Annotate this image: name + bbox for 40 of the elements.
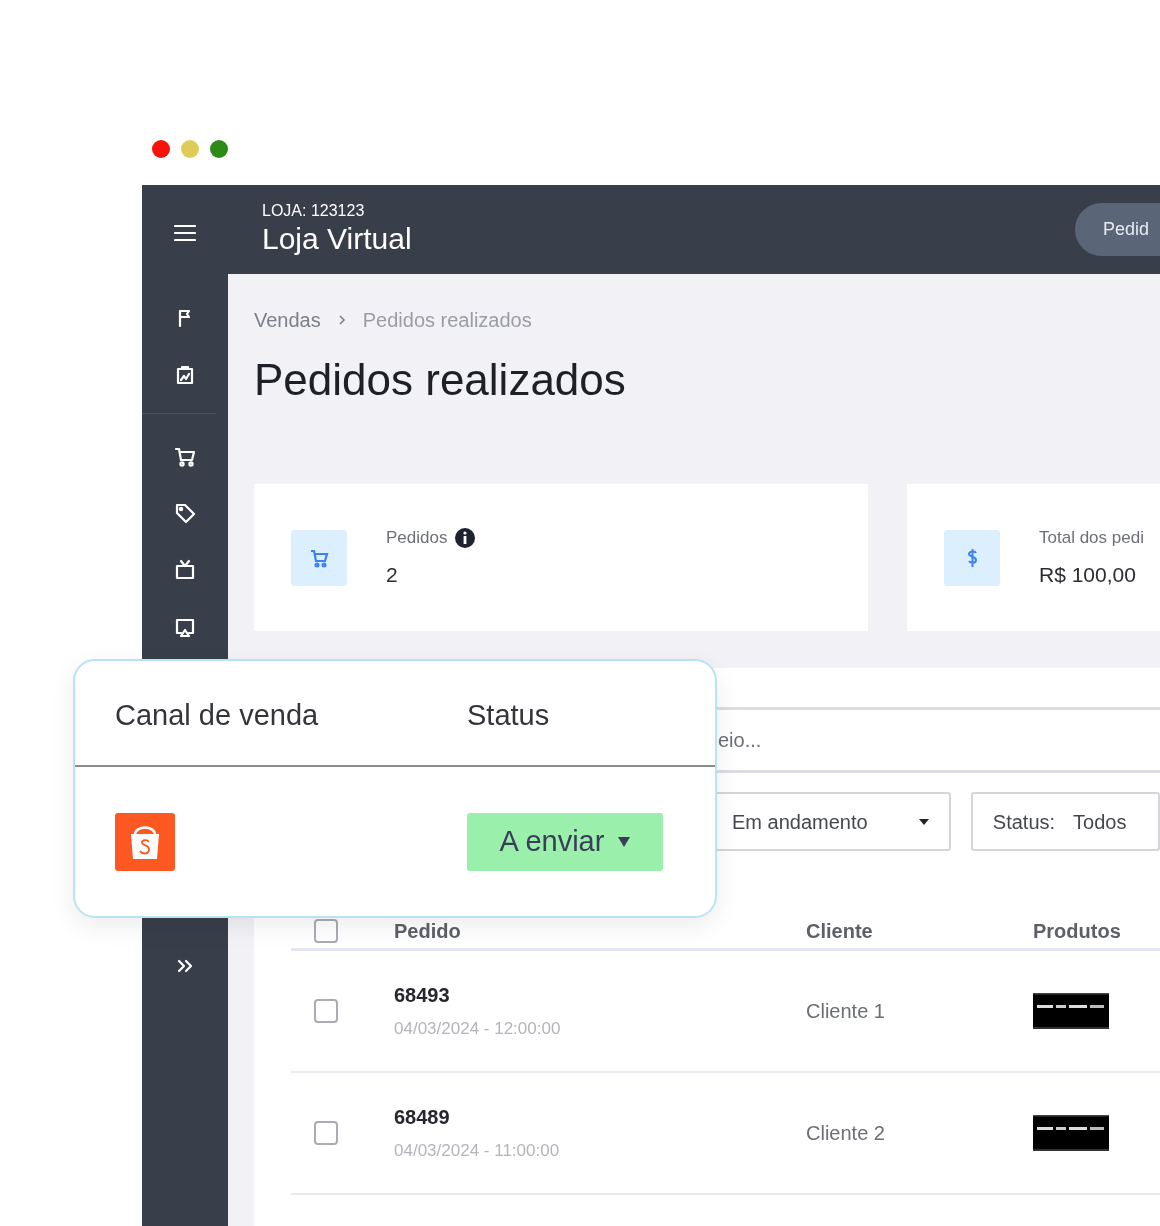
caret-icon: [618, 837, 631, 847]
status-filter[interactable]: Status: Todos: [970, 792, 1160, 851]
shopping-bag-icon: [115, 813, 175, 871]
orders-button[interactable]: Pedid: [1075, 203, 1160, 256]
row-checkbox[interactable]: [314, 999, 338, 1023]
cart-icon: [309, 547, 329, 568]
chevron-right-icon: [336, 314, 347, 326]
order-date: 04/03/2024 - 12:00:00: [394, 1018, 562, 1041]
stat-value: 2: [386, 561, 399, 588]
menu-icon[interactable]: [174, 222, 196, 244]
clipboard-icon[interactable]: [174, 364, 196, 386]
column-header: Canal de venda: [115, 698, 320, 734]
column-header: Produtos: [1033, 918, 1122, 944]
client-name: Cliente 1: [806, 999, 886, 1024]
tv-icon[interactable]: [174, 559, 196, 581]
column-header: Status: [467, 698, 551, 734]
window-control-dot[interactable]: [210, 140, 228, 158]
window-control-dot[interactable]: [152, 140, 170, 158]
cart-icon[interactable]: [174, 446, 196, 468]
page-title: Pedidos realizados: [254, 354, 627, 406]
stat-label: Pedidos: [386, 527, 448, 549]
column-header: Cliente: [806, 918, 874, 944]
status-dropdown[interactable]: A enviar: [467, 813, 663, 871]
tag-icon[interactable]: [174, 502, 196, 524]
window-control-dot[interactable]: [181, 140, 199, 158]
store-id-label: LOJA: 123123: [262, 201, 366, 220]
column-header: Pedido: [394, 918, 462, 944]
monitor-icon[interactable]: [174, 616, 196, 638]
order-date: 04/03/2024 - 11:00:00: [394, 1140, 561, 1163]
row-checkbox[interactable]: [314, 1121, 338, 1145]
order-number: 68493: [394, 983, 451, 1009]
caret-icon: [918, 818, 929, 825]
order-number: 68489: [394, 1105, 451, 1131]
select-all-checkbox[interactable]: [314, 918, 338, 943]
stat-value: R$ 100,00: [1039, 561, 1137, 588]
breadcrumb-link[interactable]: Vendas: [254, 306, 321, 334]
dollar-icon: [966, 547, 978, 568]
store-name: Loja Virtual: [262, 220, 412, 257]
stat-label: Total dos pedi: [1039, 527, 1144, 549]
client-name: Cliente 2: [806, 1121, 886, 1146]
